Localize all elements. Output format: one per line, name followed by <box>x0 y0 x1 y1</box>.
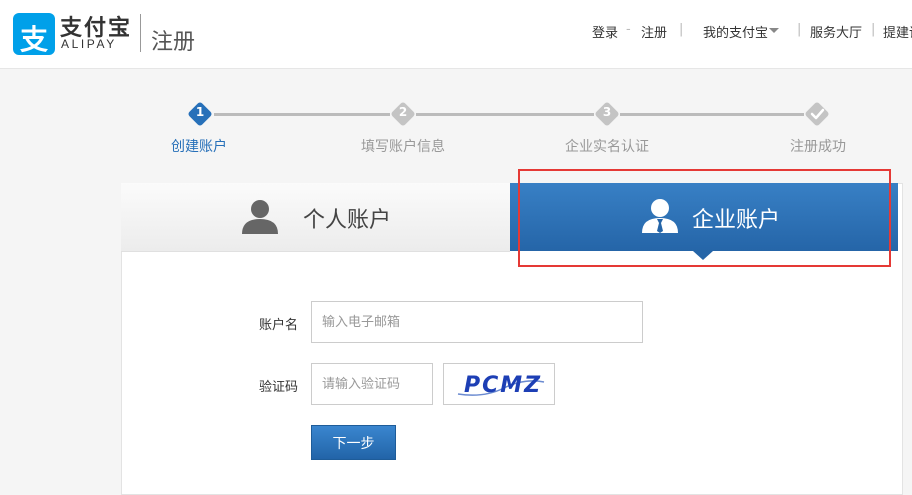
alipay-logo-glyph: 支 <box>19 23 48 56</box>
chevron-down-icon[interactable] <box>769 28 779 33</box>
logo-divider <box>140 14 141 52</box>
annotation-highlight-box <box>518 169 891 267</box>
account-name-input[interactable] <box>311 301 643 343</box>
nav-register-link[interactable]: 注册 <box>641 22 667 41</box>
captcha-text: PCMZ <box>464 373 542 398</box>
captcha-graphic: PCMZ <box>457 373 545 398</box>
nav-suggest-link[interactable]: 提建议 <box>883 22 912 41</box>
captcha-label: 验证码 <box>259 380 299 395</box>
tab-personal-label[interactable]: 个人账户 <box>303 202 391 234</box>
top-header: 支 支付宝 ALIPAY 注册 登录 - 注册 | 我的支付宝 | 服务大厅 |… <box>0 0 912 69</box>
logo-text-en: ALIPAY <box>61 37 117 51</box>
step-number: 2 <box>398 105 408 119</box>
person-icon <box>242 200 278 234</box>
step-number: 1 <box>195 105 205 119</box>
captcha-image[interactable]: PCMZ <box>443 363 555 405</box>
step-2-label: 填写账户信息 <box>361 139 445 155</box>
step-number: 3 <box>602 105 612 119</box>
step-1-label: 创建账户 <box>171 139 227 155</box>
nav-service-hall-link[interactable]: 服务大厅 <box>810 22 862 41</box>
check-icon <box>810 108 825 120</box>
alipay-logo-icon[interactable]: 支 <box>13 13 55 56</box>
nav-dash: - <box>626 22 631 37</box>
step-connector <box>416 113 594 116</box>
next-step-button[interactable]: 下一步 <box>311 425 396 460</box>
step-2-indicator: 2 <box>390 101 416 127</box>
nav-separator: | <box>871 22 876 37</box>
step-connector <box>214 113 390 116</box>
step-3-label: 企业实名认证 <box>565 139 649 155</box>
step-4-indicator <box>804 101 830 127</box>
page-title: 注册 <box>151 30 196 55</box>
captcha-input[interactable] <box>311 363 433 405</box>
account-name-label: 账户名 <box>259 318 299 333</box>
nav-separator: | <box>797 22 802 37</box>
nav-separator: | <box>679 22 684 37</box>
nav-login-link[interactable]: 登录 <box>592 22 618 41</box>
step-4-label: 注册成功 <box>790 139 846 155</box>
step-3-indicator: 3 <box>594 101 620 127</box>
step-1-indicator: 1 <box>187 101 213 127</box>
step-connector <box>620 113 804 116</box>
nav-my-alipay-link[interactable]: 我的支付宝 <box>703 22 768 41</box>
